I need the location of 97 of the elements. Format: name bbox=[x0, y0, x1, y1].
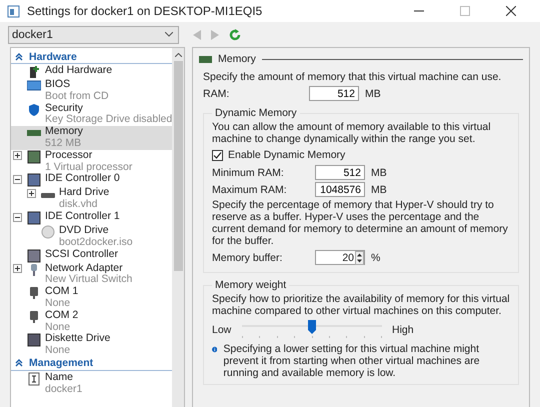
expand-icon[interactable] bbox=[27, 189, 36, 198]
tree-item[interactable]: Name docker1 bbox=[11, 372, 172, 396]
item-detail: 1 Virtual processor bbox=[45, 162, 132, 173]
text-cursor-icon bbox=[27, 372, 41, 386]
item-detail: None bbox=[45, 322, 72, 333]
item-label: BIOS bbox=[45, 79, 72, 91]
description-text: Specify the percentage of memory that Hyper-V should try to reserve as a buffer. Hyper-V uses the percentage and the current demand for memory to determine an amount of memory for the buffer. bbox=[212, 199, 509, 247]
settings-window-icon bbox=[7, 4, 21, 18]
item-label: Hard Drive bbox=[59, 187, 110, 199]
item-label: SCSI Controller bbox=[45, 248, 118, 260]
checkbox-label: Enable Dynamic Memory bbox=[228, 149, 346, 161]
expand-icon[interactable] bbox=[13, 151, 22, 160]
field-label: RAM: bbox=[203, 88, 230, 100]
item-detail: boot2docker.iso bbox=[59, 236, 133, 249]
tree-item[interactable]: DVD Drive boot2docker.iso bbox=[11, 224, 172, 249]
unit-label: % bbox=[371, 252, 380, 264]
disc-icon bbox=[41, 224, 55, 239]
field-label: Memory buffer: bbox=[212, 252, 284, 264]
tree-item[interactable]: Memory 512 MB bbox=[11, 126, 172, 150]
tree-item[interactable]: Network Adapter New Virtual Switch bbox=[11, 262, 172, 286]
intro-text: Specify the amount of memory that this virtual machine can use. bbox=[203, 71, 502, 83]
tree-item[interactable]: IDE Controller 1 bbox=[11, 210, 172, 225]
port-icon bbox=[27, 310, 41, 324]
window-title: Settings for docker1 on DESKTOP-MI1EQI5 bbox=[27, 4, 264, 18]
close-icon[interactable] bbox=[506, 6, 516, 16]
item-label: DVD Drive bbox=[59, 224, 110, 237]
tree-item[interactable]: Security Key Storage Drive disabled bbox=[11, 102, 172, 126]
item-detail: New Virtual Switch bbox=[45, 274, 132, 286]
tree-item[interactable]: Hard Drive disk.vhd bbox=[11, 187, 172, 211]
collapse-icon[interactable] bbox=[15, 52, 23, 60]
port-icon bbox=[27, 286, 41, 300]
field-label: Maximum RAM: bbox=[212, 184, 288, 196]
tree-item[interactable]: Add Hardware bbox=[11, 65, 172, 79]
item-label: Processor bbox=[45, 150, 94, 162]
slider-label: High bbox=[392, 324, 414, 336]
item-detail: None bbox=[45, 345, 72, 357]
panel-title: Memory bbox=[218, 53, 256, 65]
tree-item[interactable]: COM 1 None bbox=[11, 286, 172, 310]
item-label: COM 2 bbox=[45, 310, 78, 322]
controller-icon bbox=[27, 210, 41, 225]
unit-label: MB bbox=[365, 88, 381, 100]
unit-label: MB bbox=[371, 184, 387, 196]
section-header[interactable]: Management bbox=[11, 356, 172, 371]
tree-item[interactable]: Diskette Drive None bbox=[11, 333, 172, 357]
description-text: You can allow the amount of memory available to this virtual machine to change dynamically within the range you set. bbox=[212, 121, 492, 145]
expand-icon[interactable] bbox=[13, 264, 22, 274]
collapse-icon[interactable] bbox=[15, 359, 23, 368]
collapse-icon[interactable] bbox=[13, 175, 22, 184]
chevron-up-icon[interactable] bbox=[174, 53, 182, 57]
monitor-icon bbox=[27, 79, 41, 93]
item-label: IDE Controller 0 bbox=[45, 173, 120, 186]
shield-icon bbox=[27, 102, 41, 117]
item-detail: Boot from CD bbox=[45, 90, 109, 103]
slider-label: Low bbox=[212, 324, 232, 336]
section-header[interactable]: Hardware bbox=[11, 50, 172, 64]
processor-chip-icon bbox=[27, 150, 41, 164]
tree-item[interactable]: IDE Controller 0 bbox=[11, 173, 172, 188]
item-detail: Key Storage Drive disabled bbox=[45, 114, 172, 126]
minimum-ram-field[interactable]: 512 bbox=[315, 165, 365, 180]
chevron-down-icon bbox=[165, 32, 173, 37]
memory-chip-icon bbox=[199, 56, 212, 62]
tree-item[interactable]: Processor 1 Virtual processor bbox=[11, 150, 172, 174]
controller-icon bbox=[27, 173, 41, 188]
note-text: Specifying a lower setting for this virtual machine might prevent it from starting when other virtual machines are running and available memory is low. bbox=[223, 343, 481, 379]
tree-item[interactable]: BIOS Boot from CD bbox=[11, 79, 172, 103]
tree-item[interactable]: SCSI Controller bbox=[11, 248, 172, 263]
ram-field[interactable]: 512 bbox=[309, 86, 359, 101]
tree-item[interactable]: COM 2 None bbox=[11, 310, 172, 334]
maximum-ram-field[interactable]: 1048576 bbox=[315, 182, 365, 197]
hardware-icon bbox=[27, 65, 41, 79]
group-title: Dynamic Memory bbox=[214, 107, 298, 119]
slider-thumb[interactable] bbox=[308, 320, 316, 334]
field-label: Minimum RAM: bbox=[212, 166, 285, 178]
controller-icon bbox=[27, 248, 41, 263]
item-detail: None bbox=[45, 298, 72, 310]
unit-label: MB bbox=[371, 166, 387, 178]
vm-dropdown[interactable]: docker1 bbox=[8, 26, 179, 44]
item-detail: 512 MB bbox=[45, 138, 82, 150]
item-detail: disk.vhd bbox=[59, 199, 99, 211]
spin-arrows-icon[interactable] bbox=[355, 250, 364, 264]
collapse-icon[interactable] bbox=[13, 212, 22, 222]
item-label: Diskette Drive bbox=[45, 333, 110, 346]
checkbox[interactable] bbox=[212, 150, 223, 160]
group-title: Memory weight bbox=[214, 279, 288, 291]
item-label: IDE Controller 1 bbox=[45, 210, 120, 223]
item-label: Add Hardware bbox=[45, 65, 112, 77]
item-label: COM 1 bbox=[45, 286, 78, 298]
scrollbar-thumb[interactable] bbox=[174, 61, 183, 271]
scrollbar[interactable] bbox=[172, 48, 184, 407]
item-label: Name bbox=[45, 372, 74, 384]
item-detail: docker1 bbox=[45, 384, 82, 396]
description-text: Specify how to prioritize the availability of memory for this virtual machine compared to other virtual machines on this computer. bbox=[212, 293, 510, 317]
refresh-icon[interactable] bbox=[229, 28, 241, 40]
memory-buffer-spinner[interactable]: 20 bbox=[315, 250, 365, 265]
item-label: Network Adapter bbox=[45, 262, 124, 274]
item-label: Memory bbox=[45, 126, 83, 138]
item-label: Security bbox=[45, 102, 84, 114]
